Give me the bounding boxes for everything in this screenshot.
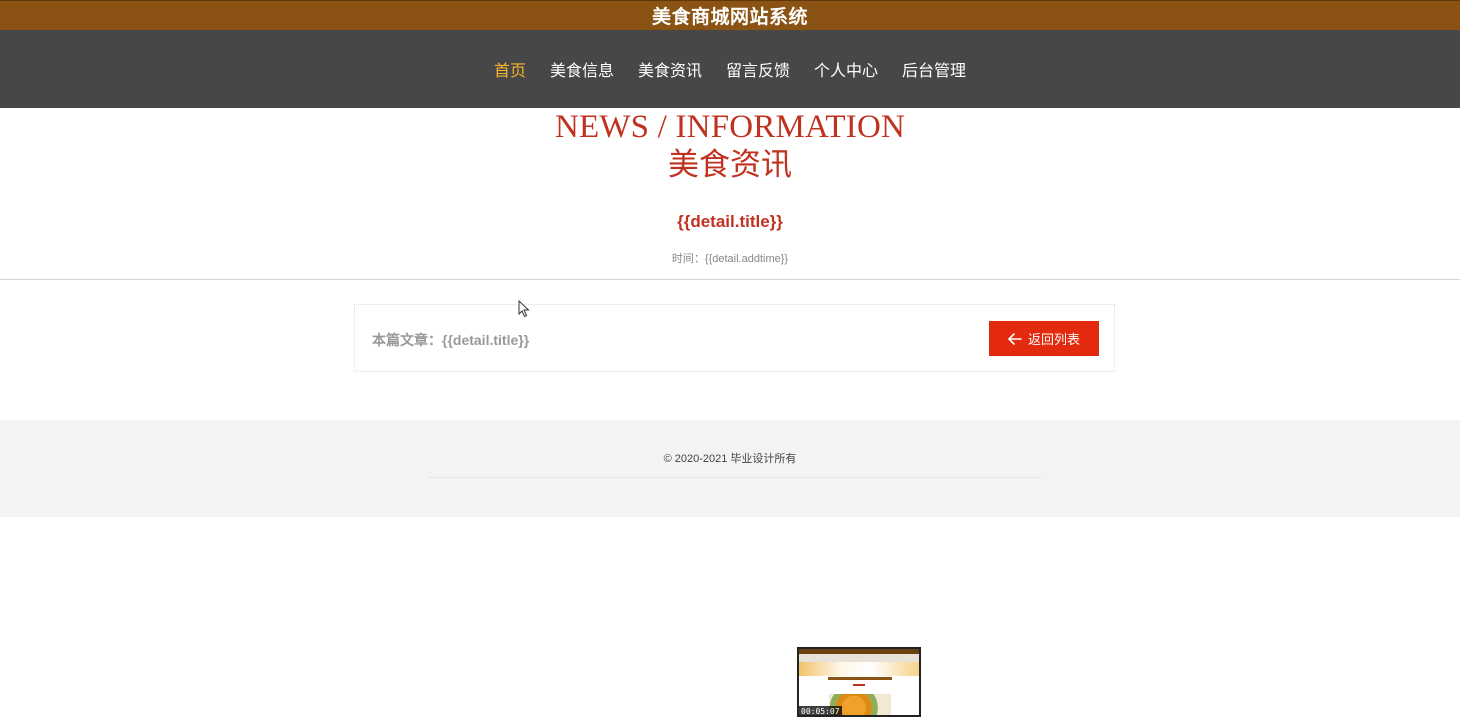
thumbnail-bar xyxy=(828,677,892,680)
copyright-text: © 2020-2021 毕业设计所有 xyxy=(663,453,797,465)
thumbnail-accent xyxy=(853,684,865,686)
back-to-list-button[interactable]: 返回列表 xyxy=(989,321,1099,356)
nav-item-food-news[interactable]: 美食资讯 xyxy=(626,57,714,81)
nav-item-home[interactable]: 首页 xyxy=(482,57,538,81)
nav-item-admin[interactable]: 后台管理 xyxy=(890,57,978,81)
main-nav: 首页 美食信息 美食资讯 留言反馈 个人中心 后台管理 xyxy=(0,30,1460,108)
video-preview-thumbnail[interactable]: 00:05:07 xyxy=(797,647,921,717)
site-title: 美食商城网站系统 xyxy=(651,6,808,28)
content-divider xyxy=(0,279,1460,280)
thumbnail-timestamp: 00:05:07 xyxy=(799,706,842,716)
footer-divider xyxy=(429,477,1041,478)
nav-item-food-info[interactable]: 美食信息 xyxy=(538,57,626,81)
article-title: {{detail.title}} xyxy=(677,212,783,231)
arrow-left-icon xyxy=(1008,332,1022,345)
current-article-label: 本篇文章：{{detail.title}} xyxy=(372,332,530,348)
back-to-list-label: 返回列表 xyxy=(1027,333,1080,348)
section-title-zh: 美食资讯 xyxy=(668,147,792,183)
mouse-pointer-icon xyxy=(518,299,530,322)
article-nav-box: 本篇文章：{{detail.title}} 返回列表 xyxy=(354,304,1115,372)
section-title-en: NEWS / INFORMATION xyxy=(554,109,906,145)
thumbnail-nav xyxy=(799,654,919,662)
top-header-bar: 美食商城网站系统 xyxy=(0,0,1460,30)
article-time: 时间：{{detail.addtime}} xyxy=(671,253,789,265)
nav-item-personal-center[interactable]: 个人中心 xyxy=(802,57,890,81)
nav-item-feedback[interactable]: 留言反馈 xyxy=(714,57,802,81)
footer: © 2020-2021 毕业设计所有 xyxy=(0,420,1460,517)
thumbnail-banner xyxy=(799,662,919,676)
section-heading: NEWS / INFORMATION 美食资讯 xyxy=(0,108,1460,184)
